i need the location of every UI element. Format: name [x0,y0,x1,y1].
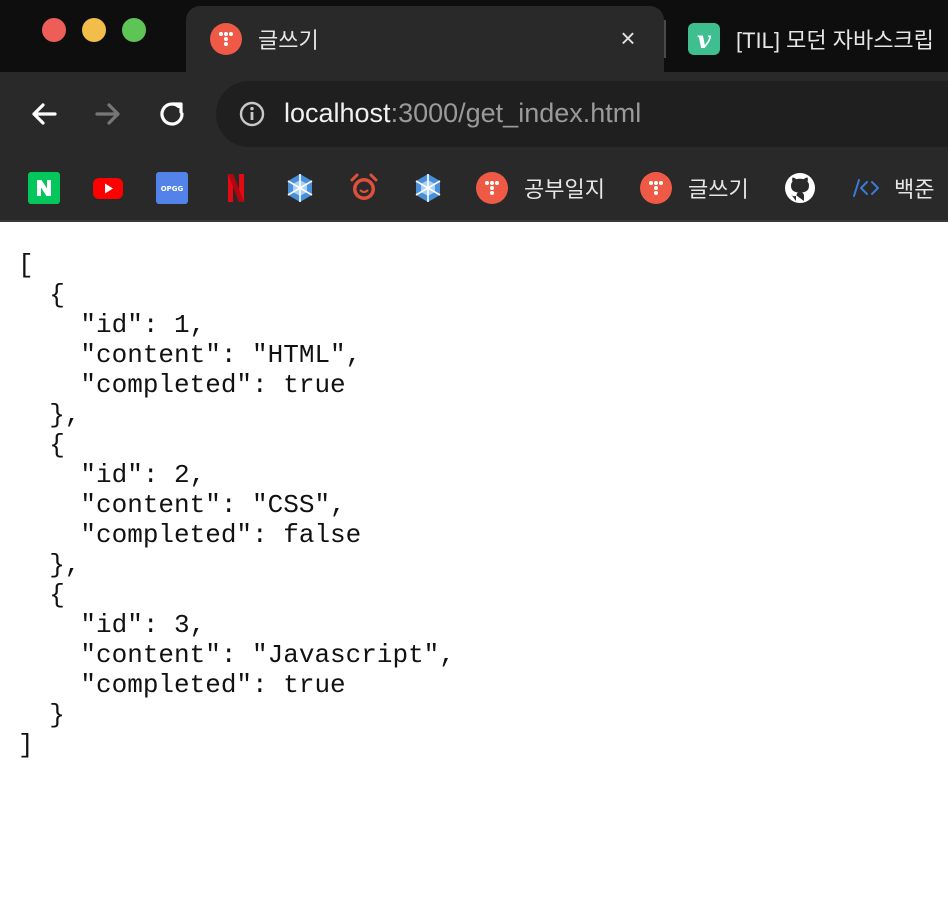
bookmark-github[interactable] [784,168,816,208]
opgg-icon: OPGG [156,172,188,204]
bookmark-opgg[interactable]: OPGG [156,168,188,208]
tab-inactive[interactable]: v [TIL] 모던 자바스크립 [666,6,948,72]
bookmark-study-log[interactable]: 공부일지 [476,168,605,208]
tab-title: 글쓰기 [258,28,319,53]
youtube-icon [93,178,123,199]
bookmark-label: 글쓰기 [688,177,749,202]
snowflake-icon [287,174,313,202]
window-close-button[interactable] [42,18,66,42]
info-icon[interactable] [238,100,266,128]
github-icon [785,173,815,203]
bookmark-netflix[interactable] [220,168,252,208]
url-host: localhost [284,98,391,128]
bookmark-label: 공부일지 [524,177,605,202]
window-zoom-button[interactable] [122,18,146,42]
bookmark-snowflake-2[interactable] [412,168,444,208]
bookmark-alarm[interactable] [348,168,380,208]
browser-chrome: 글쓰기 × v [TIL] 모던 자바스크립 localhost:3000/ge… [0,0,948,222]
snowflake-icon [415,174,441,202]
url-text[interactable]: localhost:3000/get_index.html [284,98,641,129]
tistory-icon [640,172,672,204]
bookmark-snowflake-1[interactable] [284,168,316,208]
svg-text:OPGG: OPGG [161,185,184,193]
window-minimize-button[interactable] [82,18,106,42]
tab-close-icon[interactable]: × [614,24,642,52]
forward-button[interactable] [88,94,128,134]
naver-icon [28,172,60,204]
navigation-toolbar: localhost:3000/get_index.html [0,72,948,156]
tab-title: [TIL] 모던 자바스크립 [736,28,934,53]
toolbar-divider [0,220,948,222]
address-bar[interactable]: localhost:3000/get_index.html [216,81,948,147]
reload-button[interactable] [152,94,192,134]
bookmark-baekjoon[interactable]: 백준 [848,168,934,208]
reload-icon [160,102,184,126]
bookmark-label: 백준 [894,177,935,202]
alarm-clock-icon [350,173,378,200]
bookmark-naver[interactable] [28,168,60,208]
json-response-body: [ { "id": 1, "content": "HTML", "complet… [18,250,455,760]
url-path: :3000/get_index.html [390,98,642,128]
arrow-right-icon [95,103,120,125]
back-button[interactable] [24,94,64,134]
tab-active[interactable]: 글쓰기 × [186,6,664,72]
code-icon [853,179,879,197]
arrow-left-icon [32,103,57,125]
bookmark-youtube[interactable] [92,168,124,208]
tab-strip: 글쓰기 × v [TIL] 모던 자바스크립 [0,0,948,72]
velog-icon: v [688,23,720,55]
bookmark-write[interactable]: 글쓰기 [640,168,749,208]
tistory-icon [210,23,242,55]
netflix-icon [228,174,244,202]
bookmarks-bar: OPGG 공부일지 글쓰기 백준 [0,156,948,222]
tistory-icon [476,172,508,204]
